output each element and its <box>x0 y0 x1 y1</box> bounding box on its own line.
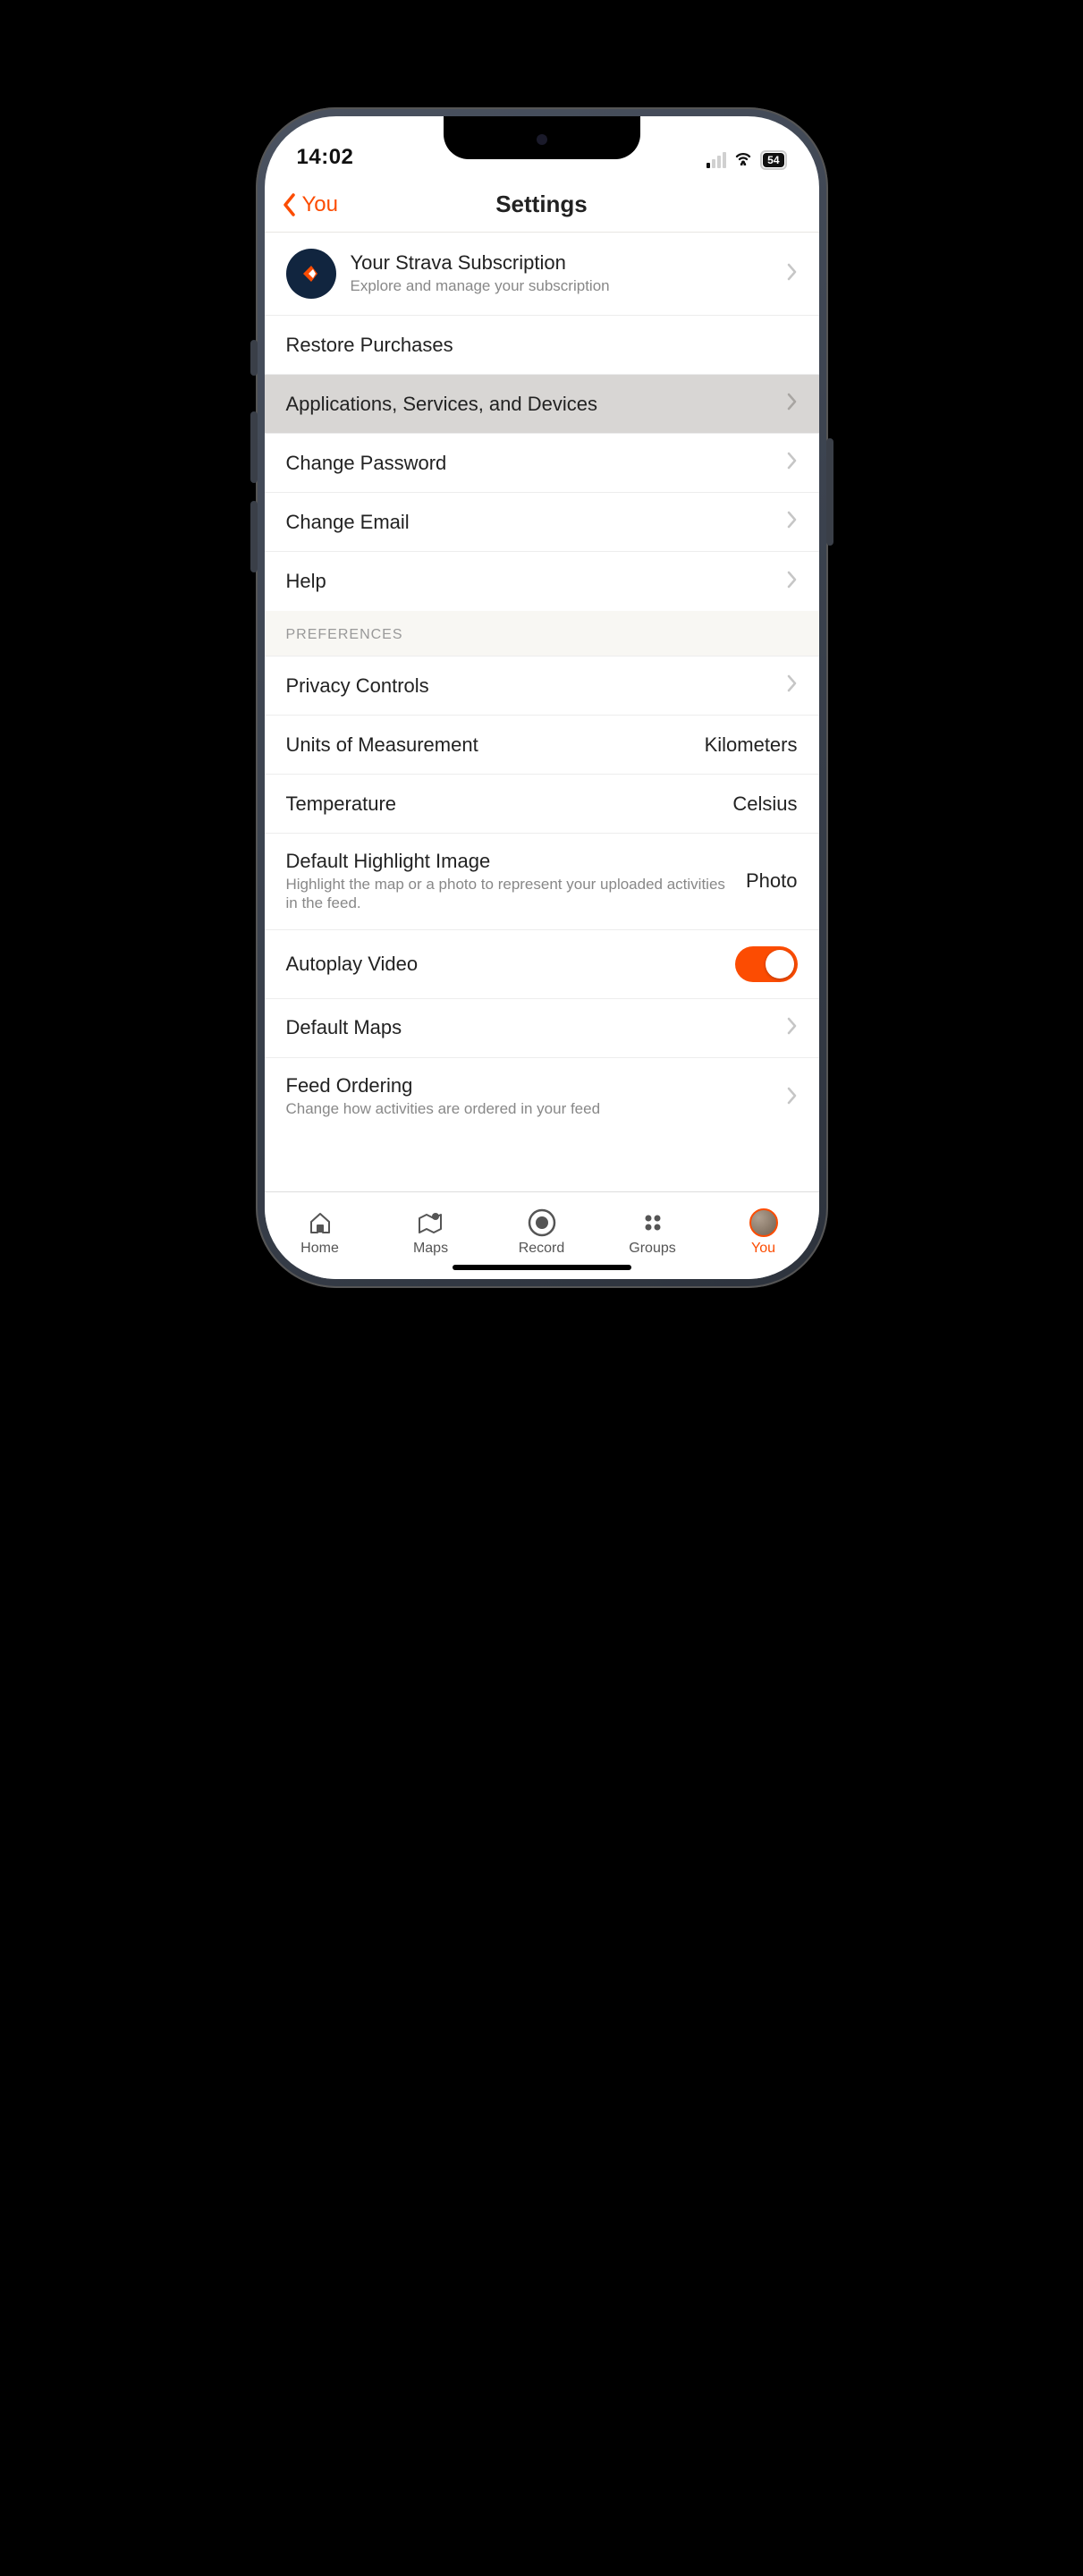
row-title: Help <box>286 570 773 593</box>
maps-icon <box>416 1208 446 1237</box>
battery-icon: 54 <box>760 150 786 170</box>
chevron-right-icon <box>787 393 798 415</box>
nav-header: You Settings <box>265 177 819 233</box>
home-icon <box>307 1208 334 1237</box>
row-title: Your Strava Subscription <box>351 251 773 275</box>
chevron-right-icon <box>787 1074 798 1109</box>
back-button[interactable]: You <box>283 192 339 217</box>
chevron-right-icon <box>787 511 798 533</box>
row-value: Kilometers <box>705 733 798 757</box>
tab-label: Maps <box>413 1241 448 1257</box>
section-header-preferences: PREFERENCES <box>265 611 819 657</box>
row-value: Celsius <box>732 792 797 816</box>
back-label: You <box>302 192 339 217</box>
row-title: Feed Ordering <box>286 1074 773 1097</box>
tab-label: Home <box>300 1241 339 1257</box>
row-change-email[interactable]: Change Email <box>265 493 819 552</box>
home-indicator <box>453 1265 631 1270</box>
tab-home[interactable]: Home <box>265 1192 376 1267</box>
chevron-right-icon <box>787 571 798 593</box>
chevron-left-icon <box>283 193 297 216</box>
autoplay-toggle[interactable] <box>735 946 798 982</box>
row-value: Photo <box>746 850 798 893</box>
chevron-right-icon <box>787 1017 798 1039</box>
cellular-icon <box>706 152 726 168</box>
power-button <box>826 438 833 546</box>
phone-frame: 14:02 54 You Settings <box>256 107 828 1288</box>
row-subtitle: Highlight the map or a photo to represen… <box>286 875 732 913</box>
wifi-icon <box>733 149 753 170</box>
row-default-maps[interactable]: Default Maps <box>265 999 819 1058</box>
notch <box>444 116 640 159</box>
row-title: Autoplay Video <box>286 953 721 976</box>
tab-label: Groups <box>629 1241 675 1257</box>
row-title: Units of Measurement <box>286 733 690 757</box>
settings-list: Your Strava Subscription Explore and man… <box>265 233 819 1191</box>
row-title: Default Maps <box>286 1016 773 1039</box>
tab-label: Record <box>519 1241 565 1257</box>
side-button <box>250 340 258 376</box>
tab-groups[interactable]: Groups <box>597 1192 708 1267</box>
chevron-right-icon <box>787 452 798 474</box>
battery-level: 54 <box>763 153 783 167</box>
row-applications-services-devices[interactable]: Applications, Services, and Devices <box>265 375 819 434</box>
row-title: Temperature <box>286 792 719 816</box>
volume-down-button <box>250 501 258 572</box>
row-privacy-controls[interactable]: Privacy Controls <box>265 657 819 716</box>
row-title: Restore Purchases <box>286 334 798 357</box>
tab-you[interactable]: You <box>708 1192 819 1267</box>
row-units[interactable]: Units of Measurement Kilometers <box>265 716 819 775</box>
row-title: Applications, Services, and Devices <box>286 393 773 416</box>
row-change-password[interactable]: Change Password <box>265 434 819 493</box>
page-title: Settings <box>495 191 588 218</box>
chevron-right-icon <box>787 674 798 697</box>
row-restore-purchases[interactable]: Restore Purchases <box>265 316 819 375</box>
row-autoplay-video[interactable]: Autoplay Video <box>265 930 819 999</box>
avatar <box>749 1208 778 1237</box>
tab-label: You <box>751 1241 775 1257</box>
volume-up-button <box>250 411 258 483</box>
row-subtitle: Change how activities are ordered in you… <box>286 1099 773 1118</box>
strava-badge-icon <box>286 249 336 299</box>
row-title: Change Password <box>286 452 773 475</box>
row-help[interactable]: Help <box>265 552 819 611</box>
groups-icon <box>639 1208 666 1237</box>
row-highlight-image[interactable]: Default Highlight Image Highlight the ma… <box>265 834 819 930</box>
row-temperature[interactable]: Temperature Celsius <box>265 775 819 834</box>
row-subtitle: Explore and manage your subscription <box>351 276 773 295</box>
row-title: Default Highlight Image <box>286 850 732 873</box>
record-icon <box>527 1208 557 1237</box>
row-title: Privacy Controls <box>286 674 773 698</box>
status-time: 14:02 <box>297 145 354 170</box>
chevron-right-icon <box>787 263 798 285</box>
tab-maps[interactable]: Maps <box>376 1192 487 1267</box>
tab-record[interactable]: Record <box>487 1192 597 1267</box>
row-feed-ordering[interactable]: Feed Ordering Change how activities are … <box>265 1058 819 1122</box>
row-subscription[interactable]: Your Strava Subscription Explore and man… <box>265 233 819 316</box>
row-title: Change Email <box>286 511 773 534</box>
avatar-icon <box>749 1208 778 1237</box>
